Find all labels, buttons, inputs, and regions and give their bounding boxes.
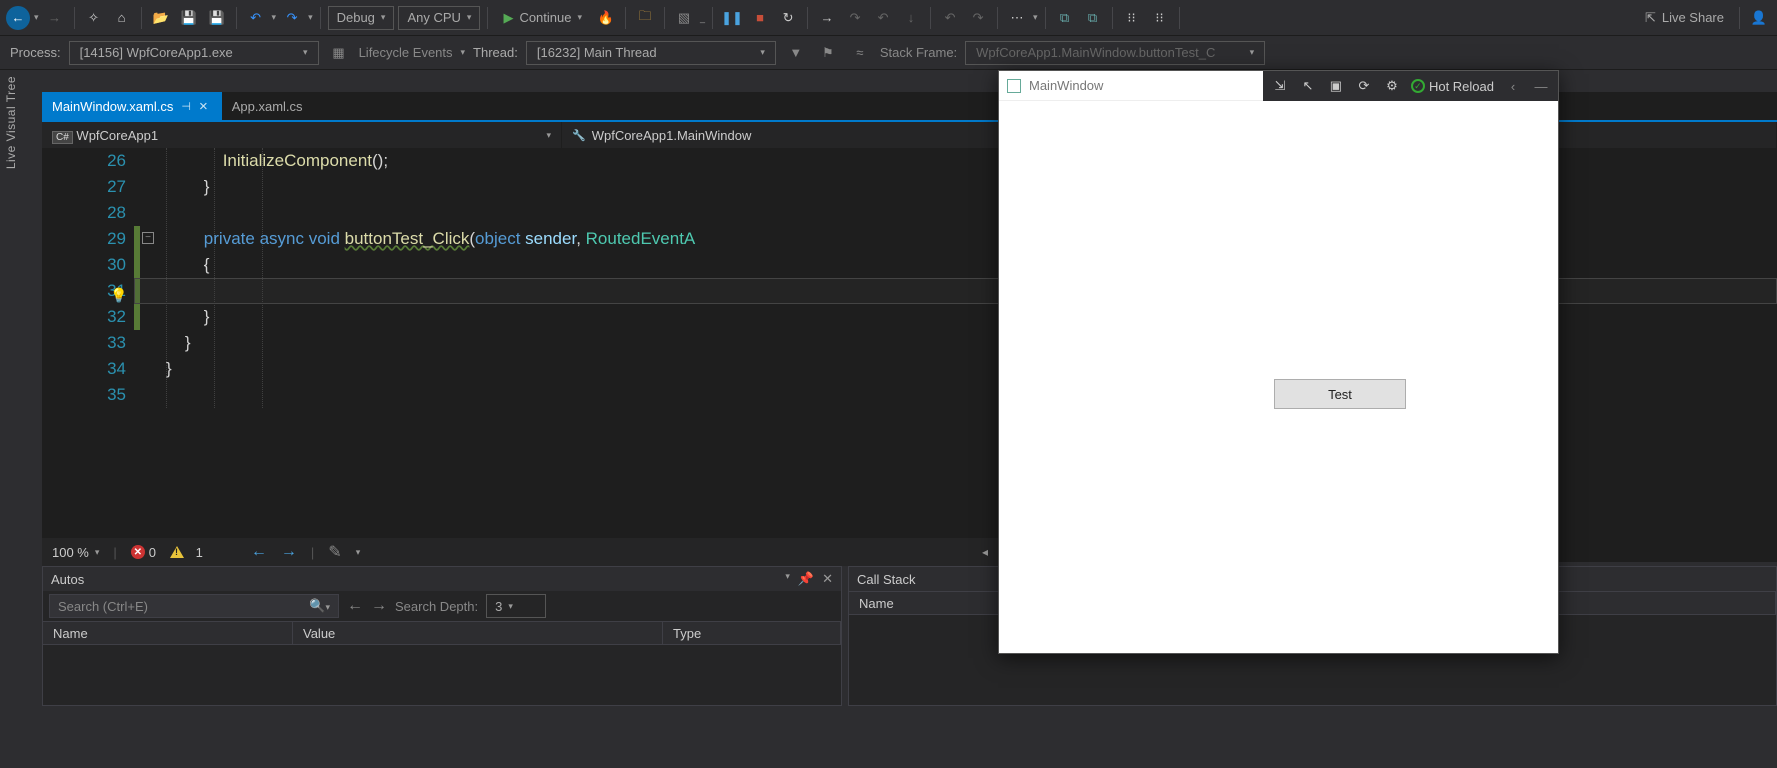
process-dropdown[interactable]: [14156] WpfCoreApp1.exe▾ [69, 41, 319, 65]
minimize-icon[interactable]: — [1532, 77, 1550, 95]
nav-forward-button[interactable]: → [43, 6, 67, 30]
brush-icon[interactable]: ✎ [328, 542, 341, 562]
track-focus-icon[interactable]: ⟳ [1355, 77, 1373, 95]
comment-icon[interactable]: ⁝⁝ [1120, 6, 1144, 30]
step-out-icon[interactable]: ↶ [871, 6, 895, 30]
scroll-left-icon[interactable]: ◂ [982, 545, 988, 559]
settings-icon[interactable]: ⚙ [1383, 77, 1401, 95]
tab-label: App.xaml.cs [232, 99, 303, 114]
restart-icon[interactable]: ↻ [776, 6, 800, 30]
display-layout-icon[interactable]: ▣ [1327, 77, 1345, 95]
bc-project[interactable]: C# WpfCoreApp1 ▾ [42, 122, 562, 148]
zoom-dropdown[interactable]: 100 %▾ [52, 545, 99, 560]
autos-search-input[interactable]: Search (Ctrl+E) 🔍▾ [49, 594, 339, 618]
browse-icon[interactable]: 🗀 [633, 6, 657, 30]
threads-icon[interactable]: ≈ [848, 41, 872, 65]
fold-toggle-icon[interactable]: − [142, 232, 154, 244]
redo-dropdown-icon[interactable]: ▾ [308, 12, 313, 23]
lifecycle-icon[interactable]: ▦ [327, 41, 351, 65]
redo-icon[interactable]: ↷ [280, 6, 304, 30]
flag-icon[interactable]: ⚑ [816, 41, 840, 65]
tab-label: MainWindow.xaml.cs [52, 99, 173, 114]
uncomment-icon[interactable]: ⁝⁝ [1148, 6, 1172, 30]
app-titlebar[interactable]: MainWindow ⇲ ↖ ▣ ⟳ ⚙ ✓ Hot Reload ‹ — [999, 71, 1558, 101]
stop-icon[interactable]: ■ [748, 6, 772, 30]
app-window-icon [1007, 79, 1021, 93]
goto-live-tree-icon[interactable]: ⇲ [1271, 77, 1289, 95]
search-next-icon[interactable]: → [371, 597, 387, 615]
home-icon[interactable]: ⌂ [110, 6, 134, 30]
pin-icon[interactable]: 📌 [798, 571, 814, 587]
tab-appxaml[interactable]: App.xaml.cs [222, 92, 317, 120]
lifecycle-label[interactable]: Lifecycle Events [359, 45, 453, 60]
close-icon[interactable]: ✕ [822, 571, 833, 587]
undo-dropdown-icon[interactable]: ▾ [272, 12, 277, 23]
live-share-button[interactable]: ⇱Live Share [1637, 6, 1732, 30]
autos-title: Autos [51, 572, 84, 587]
thread-dropdown[interactable]: [16232] Main Thread▾ [526, 41, 776, 65]
continue-button[interactable]: ▶Continue▾ [495, 6, 590, 30]
select-element-icon[interactable]: ↖ [1299, 77, 1317, 95]
undo-icon[interactable]: ↶ [244, 6, 268, 30]
search-depth-dropdown[interactable]: 3▾ [486, 594, 546, 618]
tab-mainwindow[interactable]: MainWindow.xaml.cs ⊣ × [42, 92, 222, 120]
panel-dropdown-icon[interactable]: ▾ [785, 571, 790, 587]
step-into-icon[interactable]: → [815, 6, 839, 30]
pin-icon[interactable]: ⊣ [181, 100, 191, 113]
lightbulb-icon[interactable]: 💡 [110, 282, 126, 298]
main-toolbar: ← ▾ → ✧ ⌂ 📂 💾 💾 ↶ ▾ ↷ ▾ Debug▾ Any CPU▾ … [0, 0, 1777, 36]
test-button[interactable]: Test [1274, 379, 1406, 409]
running-app-window: MainWindow ⇲ ↖ ▣ ⟳ ⚙ ✓ Hot Reload ‹ — Te… [998, 70, 1559, 654]
undo2-icon[interactable]: ↶ [938, 6, 962, 30]
layout2-icon[interactable]: ⧉ [1081, 6, 1105, 30]
pause-icon[interactable]: ❚❚ [720, 6, 744, 30]
csharp-badge-icon: C# [52, 131, 73, 144]
search-icon[interactable]: 🔍 [309, 598, 325, 613]
filter-icon[interactable]: ▼ [784, 41, 808, 65]
app-client-area: Test [999, 101, 1558, 653]
new-item-icon[interactable]: ✧ [82, 6, 106, 30]
warnings-count[interactable]: 1 [170, 545, 203, 560]
live-visual-tree-tab[interactable]: Live Visual Tree [4, 76, 18, 169]
platform-dropdown[interactable]: Any CPU▾ [398, 6, 480, 30]
save-all-icon[interactable]: 💾 [205, 6, 229, 30]
nav-right-icon[interactable]: → [281, 543, 297, 561]
open-icon[interactable]: 📂 [149, 6, 173, 30]
process-label: Process: [10, 45, 61, 60]
editor-statusbar: 100 %▾ | ✕0 1 ← → | ✎▾ ◂ [42, 538, 998, 566]
in-app-debug-toolbar: ⇲ ↖ ▣ ⟳ ⚙ ✓ Hot Reload ‹ — [1263, 71, 1558, 101]
debug-bar: Process: [14156] WpfCoreApp1.exe▾ ▦ Life… [0, 36, 1777, 70]
hot-reload-icon[interactable]: 🔥 [594, 6, 618, 30]
col-type[interactable]: Type [663, 622, 841, 644]
search-prev-icon[interactable]: ← [347, 597, 363, 615]
callstack-title: Call Stack [857, 572, 916, 587]
collapse-icon[interactable]: ‹ [1504, 77, 1522, 95]
search-depth-label: Search Depth: [395, 599, 478, 614]
hot-reload-indicator[interactable]: ✓ Hot Reload [1411, 79, 1494, 94]
thread-label: Thread: [473, 45, 518, 60]
layout1-icon[interactable]: ⧉ [1053, 6, 1077, 30]
step-icon[interactable]: ↓ [899, 6, 923, 30]
save-icon[interactable]: 💾 [177, 6, 201, 30]
redo2-icon[interactable]: ↷ [966, 6, 990, 30]
stackframe-label: Stack Frame: [880, 45, 957, 60]
col-value[interactable]: Value [293, 622, 663, 644]
misc-icon[interactable]: ⋯ [1005, 6, 1029, 30]
left-tool-rail: Live Visual Tree [0, 70, 22, 190]
image-icon[interactable]: ▧ [672, 6, 696, 30]
stackframe-dropdown[interactable]: WpfCoreApp1.MainWindow.buttonTest_C▾ [965, 41, 1265, 65]
nav-back-button[interactable]: ← [6, 6, 30, 30]
app-title: MainWindow [1029, 78, 1103, 93]
autos-panel: Autos ▾ 📌 ✕ Search (Ctrl+E) 🔍▾ ← → Search … [42, 566, 842, 706]
col-name[interactable]: Name [43, 622, 293, 644]
errors-count[interactable]: ✕0 [131, 545, 156, 560]
nav-left-icon[interactable]: ← [251, 543, 267, 561]
close-icon[interactable]: × [199, 98, 208, 115]
account-icon[interactable]: 👤 [1747, 6, 1771, 30]
nav-back-dropdown-icon[interactable]: ▾ [34, 12, 39, 23]
config-dropdown[interactable]: Debug▾ [328, 6, 395, 30]
line-gutter: 262728 293031 323334 35 [42, 148, 134, 408]
step-over-icon[interactable]: ↷ [843, 6, 867, 30]
